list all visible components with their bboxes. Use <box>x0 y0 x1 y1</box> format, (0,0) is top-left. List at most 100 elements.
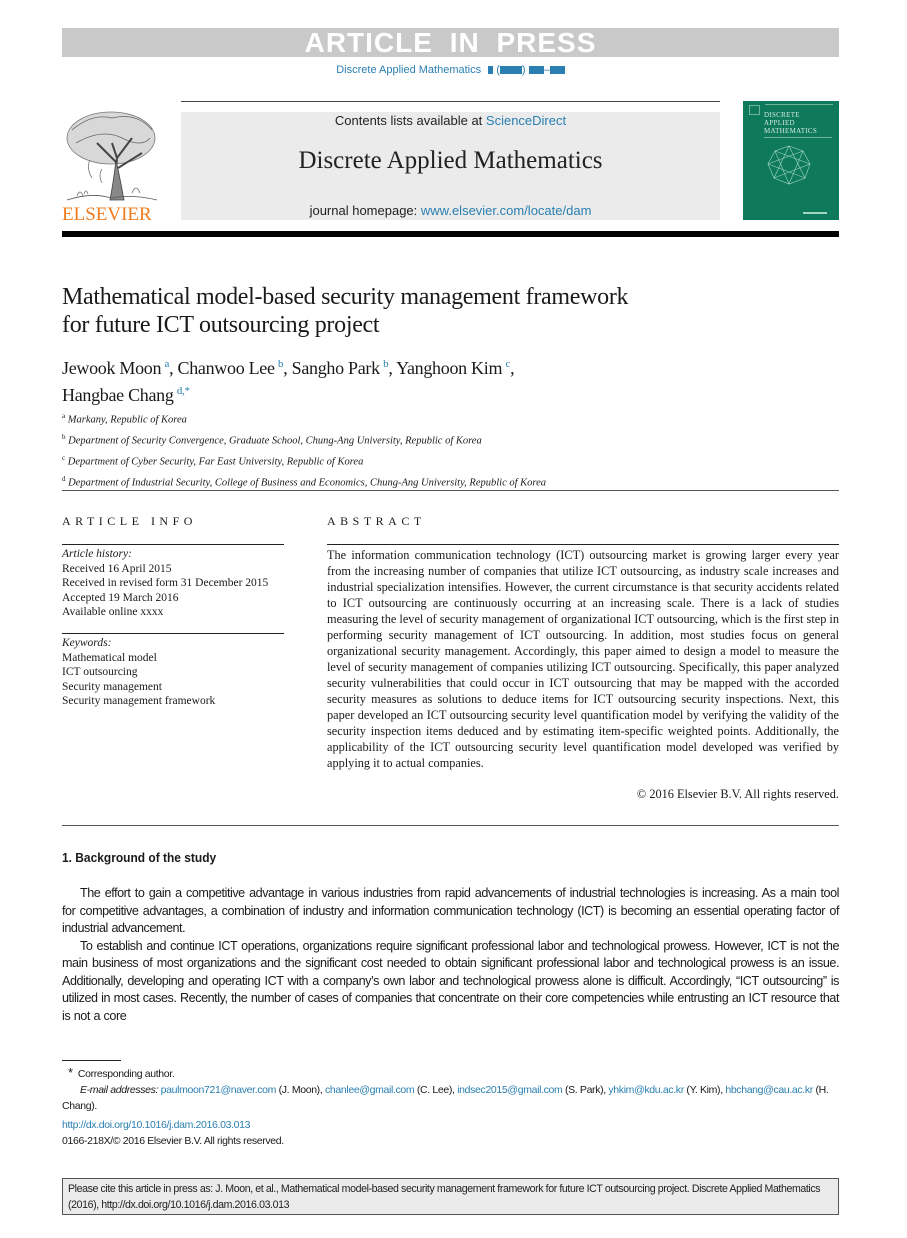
body-text: The effort to gain a competitive advanta… <box>62 885 839 1025</box>
placeholder-year-icon <box>499 66 522 74</box>
history-item: Received 16 April 2015 <box>62 562 172 575</box>
article-title: Mathematical model-based security manage… <box>62 283 762 339</box>
author[interactable]: Jewook Moon a <box>62 358 169 378</box>
contents-line: Contents lists available at ScienceDirec… <box>181 113 720 128</box>
author-name: Sangho Park <box>291 358 381 378</box>
author-name: Hangbae Chang <box>62 385 174 405</box>
email-link[interactable]: indsec2015@gmail.com <box>457 1084 563 1096</box>
article-title-line1: Mathematical model-based security manage… <box>62 284 629 310</box>
affiliation-marker[interactable]: d,* <box>177 385 190 397</box>
elsevier-wordmark: ELSEVIER <box>62 204 152 225</box>
author-name: Jewook Moon <box>62 358 162 378</box>
email-link[interactable]: chanlee@gmail.com <box>325 1084 415 1096</box>
section-divider <box>62 490 839 491</box>
placeholder-volume-icon <box>488 66 494 74</box>
affiliation-marker[interactable]: a <box>165 358 170 370</box>
placeholder-page-end-icon <box>549 66 565 74</box>
affiliation: a Markany, Republic of Korea <box>62 408 802 429</box>
abstract-heading: ABSTRACT <box>327 514 426 528</box>
cover-title-line1: DISCRETE <box>764 111 800 119</box>
keywords-label: Keywords: <box>62 637 112 649</box>
cover-title-line2: APPLIED <box>764 119 795 127</box>
history-item: Available online xxxx <box>62 606 164 618</box>
journal-name: Discrete Applied Mathematics <box>298 147 603 174</box>
masthead-thick-rule <box>62 231 839 237</box>
keyword: Security management framework <box>62 695 216 707</box>
history-item: Accepted 19 March 2016 <box>62 591 179 604</box>
article-info-rule <box>62 544 284 545</box>
author-list: Jewook Moon a, Chanwoo Lee b, Sangho Par… <box>62 358 515 405</box>
keywords-rule <box>62 633 284 634</box>
issn-copyright: 0166-218X/© 2016 Elsevier B.V. All right… <box>62 1135 284 1147</box>
author[interactable]: Hangbae Chang d,* <box>62 385 190 405</box>
affiliation-label: d <box>62 475 66 483</box>
email-label: E-mail addresses: <box>80 1084 159 1096</box>
citation-notice: Please cite this article in press as: J.… <box>62 1178 839 1215</box>
footnotes: * Corresponding author. E-mail addresses… <box>62 1065 839 1114</box>
placeholder-page-start-icon <box>528 66 544 74</box>
abstract-text: The information communication technology… <box>327 548 839 770</box>
abstract-rule <box>327 544 839 545</box>
cover-polygon-graphic-icon <box>767 145 811 185</box>
author[interactable]: Chanwoo Lee b <box>178 358 284 378</box>
cover-publisher-mark <box>803 212 827 214</box>
running-head-journal: Discrete Applied Mathematics <box>336 64 482 76</box>
affiliation-label: b <box>62 433 66 441</box>
doi-link[interactable]: http://dx.doi.org/10.1016/j.dam.2016.03.… <box>62 1119 250 1131</box>
affiliation-label: a <box>62 412 66 420</box>
footnote-star: * <box>68 1065 73 1080</box>
affiliation-marker[interactable]: c <box>505 358 510 370</box>
affiliation-label: c <box>62 454 66 462</box>
homepage-line: journal homepage: www.elsevier.com/locat… <box>181 203 720 218</box>
running-head: Discrete Applied Mathematics () – <box>62 64 839 76</box>
email-owner: (J. Moon) <box>278 1084 321 1096</box>
affiliation: d Department of Industrial Security, Col… <box>62 471 802 492</box>
affiliation-text: Department of Cyber Security, Far East U… <box>67 456 364 468</box>
keyword: ICT outsourcing <box>62 666 138 678</box>
author-name: Chanwoo Lee <box>177 358 275 378</box>
history-item: Received in revised form 31 December 201… <box>62 577 269 589</box>
corresponding-author-note: * Corresponding author. <box>62 1065 839 1082</box>
affiliation-text: Department of Industrial Security, Colle… <box>68 477 547 489</box>
affiliation-marker[interactable]: b <box>278 358 284 370</box>
history-label: Article history: <box>62 548 132 560</box>
cover-top-line <box>765 104 833 105</box>
contents-prefix: Contents lists available at <box>334 113 486 128</box>
affiliation: c Department of Cyber Security, Far East… <box>62 450 802 471</box>
corresponding-label: Corresponding author. <box>77 1068 175 1080</box>
journal-cover-image: DISCRETE APPLIED MATHEMATICS <box>743 101 839 220</box>
footnote-rule <box>62 1060 121 1061</box>
doi-block: http://dx.doi.org/10.1016/j.dam.2016.03.… <box>62 1117 839 1149</box>
email-link[interactable]: yhkim@kdu.ac.kr <box>608 1084 684 1096</box>
affiliation-marker[interactable]: b <box>383 358 389 370</box>
email-owner: (Y. Kim) <box>686 1084 721 1096</box>
email-owner: (S. Park) <box>564 1084 604 1096</box>
cover-rule <box>764 137 832 138</box>
affiliation-text: Markany, Republic of Korea <box>67 414 187 426</box>
sciencedirect-link[interactable]: ScienceDirect <box>486 113 566 128</box>
article-history: Article history: Received 16 April 2015 … <box>62 547 302 620</box>
affiliations: a Markany, Republic of Korea b Departmen… <box>62 408 802 492</box>
email-link[interactable]: hbchang@cau.ac.kr <box>725 1084 813 1096</box>
author[interactable]: Sangho Park b <box>292 358 389 378</box>
affiliation-text: Department of Security Convergence, Grad… <box>68 435 482 447</box>
email-addresses: E-mail addresses: paulmoon721@naver.com … <box>62 1084 829 1112</box>
cover-title-line3: MATHEMATICS <box>764 127 818 135</box>
keyword: Security management <box>62 680 162 693</box>
body-paragraph: To establish and continue ICT operations… <box>62 938 839 1023</box>
cover-publisher-icon <box>749 105 760 115</box>
section-divider <box>62 825 839 826</box>
homepage-prefix: journal homepage: <box>309 203 421 218</box>
keywords: Keywords: Mathematical model ICT outsour… <box>62 636 302 709</box>
email-owner: (C. Lee) <box>416 1084 453 1096</box>
keyword: Mathematical model <box>62 651 157 664</box>
author[interactable]: Yanghoon Kim c <box>396 358 510 378</box>
paren-close: ) <box>521 64 526 76</box>
body-paragraph: The effort to gain a competitive advanta… <box>62 886 839 935</box>
journal-homepage-link[interactable]: www.elsevier.com/locate/dam <box>421 203 592 218</box>
article-title-line2: for future ICT outsourcing project <box>62 312 380 338</box>
article-in-press-banner: ARTICLE IN PRESS <box>62 28 839 57</box>
email-link[interactable]: paulmoon721@naver.com <box>161 1084 277 1096</box>
abstract-copyright: © 2016 Elsevier B.V. All rights reserved… <box>636 787 839 801</box>
masthead-top-rule <box>181 101 720 102</box>
